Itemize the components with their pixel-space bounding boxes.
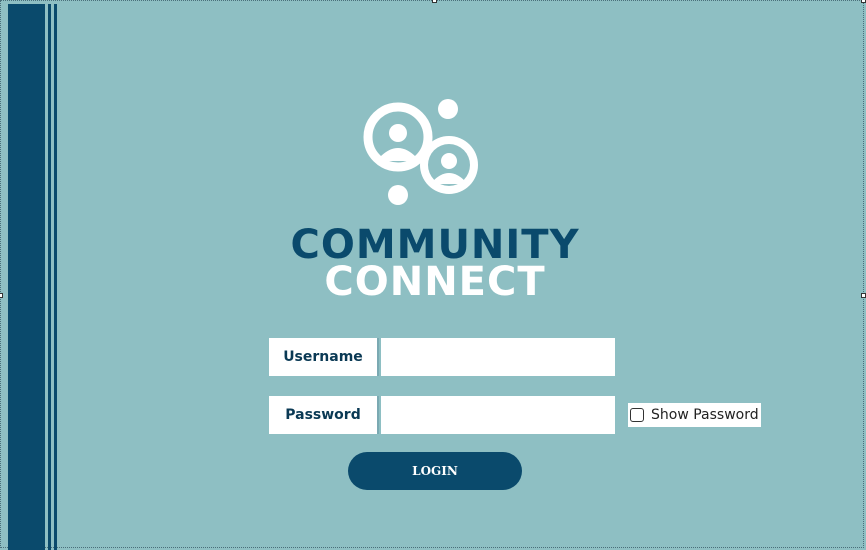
resize-handle-right[interactable] [861, 293, 866, 298]
show-password-checkbox[interactable]: Show Password [628, 403, 761, 427]
show-password-label: Show Password [651, 407, 759, 423]
resize-handle-top-right[interactable] [861, 0, 866, 3]
username-label: Username [269, 338, 379, 376]
left-stripe [8, 4, 45, 550]
left-thin-stripe [54, 4, 57, 550]
left-thin-stripe [48, 4, 51, 550]
resize-handle-left[interactable] [0, 293, 3, 298]
username-input[interactable] [381, 338, 615, 376]
community-people-icon [363, 99, 478, 205]
login-button[interactable]: LOGIN [348, 452, 522, 490]
password-label: Password [269, 396, 379, 434]
password-input[interactable] [381, 396, 615, 434]
checkbox-icon[interactable] [630, 408, 644, 422]
resize-handle-top[interactable] [432, 0, 437, 3]
brand-title-line2: CONNECT [324, 259, 546, 305]
